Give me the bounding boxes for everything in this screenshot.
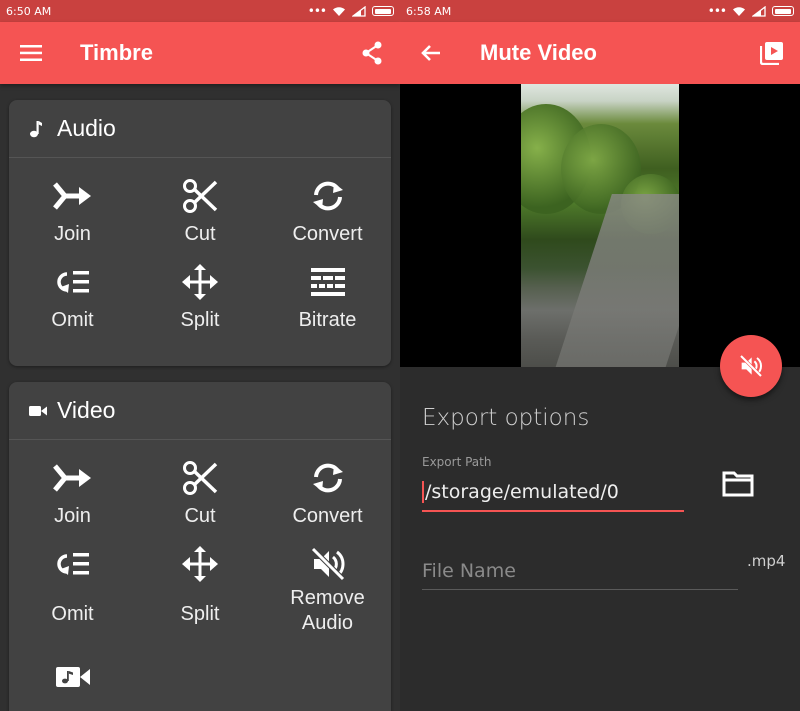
back-button[interactable] — [400, 22, 462, 84]
app-title: Timbre — [80, 40, 153, 65]
battery-icon — [372, 6, 394, 16]
split-icon — [182, 544, 218, 584]
file-extension-label: .mp4 — [747, 552, 786, 570]
scissors-icon — [182, 176, 218, 216]
arrow-back-icon — [421, 45, 440, 61]
video-add-audio-button[interactable] — [9, 651, 136, 697]
tool-label: Cut — [184, 505, 216, 527]
audio-tools-grid: Join Cut Convert Omit Split Bitrate — [9, 158, 391, 333]
tool-label: Join — [54, 505, 91, 527]
file-name-placeholder: File Name — [422, 559, 516, 582]
signal-icon — [752, 5, 766, 17]
video-join-button[interactable]: Join — [9, 458, 136, 529]
video-tools-grid: Join Cut Convert Omit Split Remove Audio — [9, 440, 391, 697]
scissors-icon — [182, 458, 218, 498]
video-library-button[interactable] — [744, 22, 800, 84]
more-dots-icon: ••• — [707, 4, 727, 18]
browse-folder-button[interactable] — [718, 466, 758, 502]
audio-cut-button[interactable]: Cut — [136, 176, 264, 247]
screen-title: Mute Video — [480, 40, 597, 65]
video-preview[interactable] — [400, 84, 800, 367]
merge-icon — [52, 458, 93, 498]
video-card-title: Video — [57, 397, 116, 423]
wifi-icon — [333, 6, 345, 16]
menu-button[interactable] — [0, 22, 62, 84]
omit-icon — [55, 544, 91, 584]
share-button[interactable] — [344, 22, 400, 84]
bitrate-icon — [310, 262, 345, 302]
mute-icon — [310, 544, 346, 584]
share-icon — [362, 41, 382, 65]
audio-join-button[interactable]: Join — [9, 176, 136, 247]
video-thumbnail — [521, 84, 679, 367]
volume-off-icon — [739, 354, 763, 378]
convert-icon — [310, 458, 346, 498]
status-icons: ••• — [308, 4, 394, 18]
export-path-input[interactable]: /storage/emulated/0 — [422, 474, 684, 512]
video-card-header: Video — [9, 382, 391, 440]
more-dots-icon: ••• — [307, 4, 327, 18]
tool-label: Cut — [184, 223, 216, 245]
app-bar: Timbre — [0, 22, 400, 84]
tool-label: Convert — [292, 505, 363, 527]
battery-icon — [772, 6, 794, 16]
audio-bitrate-button[interactable]: Bitrate — [264, 262, 391, 333]
export-path-value: /storage/emulated/0 — [425, 481, 619, 503]
video-card: Video Join Cut Convert Omit Split Remove… — [9, 382, 391, 711]
tool-label: Remove Audio — [290, 587, 365, 634]
convert-icon — [310, 176, 346, 216]
app-bar: Mute Video — [400, 22, 800, 84]
split-icon — [182, 262, 218, 302]
video-split-button[interactable]: Split — [136, 544, 264, 636]
hamburger-menu-icon — [20, 45, 42, 61]
tool-label: Omit — [51, 603, 94, 625]
merge-icon — [52, 176, 93, 216]
audio-split-button[interactable]: Split — [136, 262, 264, 333]
status-time: 6:50 AM — [6, 4, 52, 18]
text-caret — [422, 481, 424, 503]
tool-label: Bitrate — [298, 309, 357, 331]
export-options-heading: Export options — [422, 405, 590, 431]
mute-video-screen: 6:58 AM ••• Mute Video Export options Ex… — [400, 0, 800, 711]
status-bar: 6:58 AM ••• — [400, 0, 800, 22]
folder-icon — [722, 471, 754, 497]
status-icons: ••• — [708, 4, 794, 18]
videocam-icon — [29, 402, 47, 420]
audio-convert-button[interactable]: Convert — [264, 176, 391, 247]
video-remove-audio-button[interactable]: Remove Audio — [264, 544, 391, 636]
export-path-label: Export Path — [422, 455, 492, 469]
tool-label: Split — [180, 603, 220, 625]
mute-fab-button[interactable] — [720, 335, 782, 397]
tool-label: Join — [54, 223, 91, 245]
audio-card: Audio Join Cut Convert Omit Split Bitrat… — [9, 100, 391, 366]
file-name-input[interactable]: File Name — [422, 552, 738, 590]
video-convert-button[interactable]: Convert — [264, 458, 391, 529]
tool-label: Omit — [51, 309, 94, 331]
audio-card-title: Audio — [57, 115, 116, 141]
music-note-icon — [29, 120, 47, 138]
video-library-icon — [760, 42, 783, 65]
tool-label: Split — [180, 309, 220, 331]
wifi-icon — [733, 6, 745, 16]
timbre-home-screen: 6:50 AM ••• Timbre Audio Join Cut Conver… — [0, 0, 400, 711]
audio-omit-button[interactable]: Omit — [9, 262, 136, 333]
tool-label: Convert — [292, 223, 363, 245]
video-music-icon — [55, 657, 90, 697]
signal-icon — [352, 5, 366, 17]
video-cut-button[interactable]: Cut — [136, 458, 264, 529]
status-time: 6:58 AM — [406, 4, 452, 18]
status-bar: 6:50 AM ••• — [0, 0, 400, 22]
audio-card-header: Audio — [9, 100, 391, 158]
video-omit-button[interactable]: Omit — [9, 544, 136, 636]
omit-icon — [55, 262, 91, 302]
